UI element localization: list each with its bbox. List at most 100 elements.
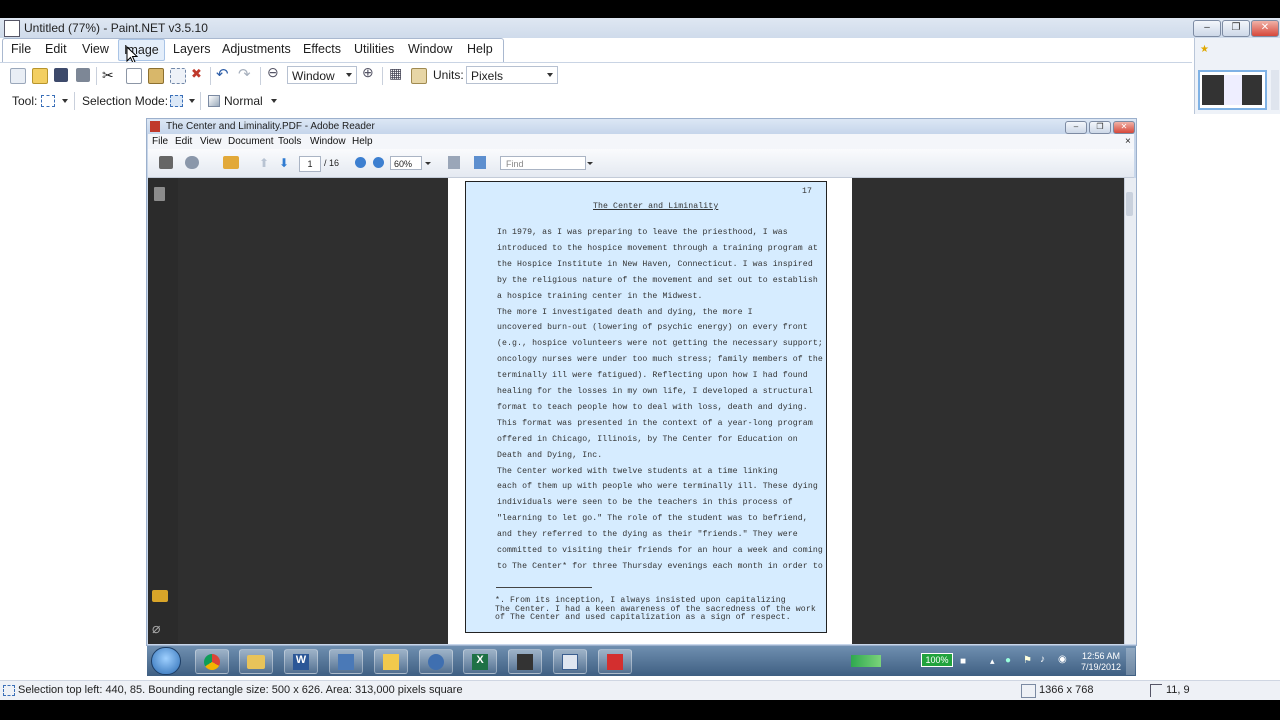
taskbar-paintnet[interactable] bbox=[553, 649, 587, 674]
reader-pages-icon[interactable] bbox=[154, 187, 165, 201]
maximize-button[interactable]: ❐ bbox=[1222, 20, 1250, 37]
menu-adjustments[interactable]: Adjustments bbox=[222, 42, 291, 56]
taskbar-explorer[interactable] bbox=[239, 649, 273, 674]
reader-zoom-dropdown-icon[interactable] bbox=[425, 162, 431, 165]
close-button[interactable]: ✕ bbox=[1251, 20, 1279, 37]
reader-fit-page-icon[interactable] bbox=[448, 156, 460, 169]
selection-mode-label: Selection Mode: bbox=[82, 94, 169, 108]
reader-vertical-scrollbar[interactable] bbox=[1124, 178, 1136, 644]
menu-file[interactable]: File bbox=[11, 42, 31, 56]
document-line: committed to visiting their friends for … bbox=[497, 546, 823, 555]
reader-menu-window[interactable]: Window bbox=[310, 136, 346, 147]
document-line: to The Center* for three Thursday evenin… bbox=[497, 561, 823, 571]
reader-menu-help[interactable]: Help bbox=[352, 136, 373, 147]
reader-doc-close-icon[interactable]: × bbox=[1125, 136, 1131, 147]
battery-indicator[interactable]: 100% bbox=[921, 653, 953, 667]
antialiasing-icon[interactable] bbox=[208, 95, 220, 107]
grid-icon[interactable]: ▦ bbox=[389, 65, 402, 82]
taskbar-notes[interactable] bbox=[374, 649, 408, 674]
reader-close-button[interactable]: ✕ bbox=[1113, 121, 1135, 134]
taskbar-chrome[interactable] bbox=[195, 649, 229, 674]
menu-help[interactable]: Help bbox=[467, 42, 493, 56]
taskbar-thunderbird[interactable] bbox=[419, 649, 453, 674]
reader-next-page-icon[interactable]: ⬇ bbox=[279, 156, 289, 170]
reader-comments-icon[interactable] bbox=[152, 590, 168, 602]
deselect-icon[interactable]: ✖ bbox=[191, 66, 202, 82]
reader-comment-icon[interactable] bbox=[223, 156, 239, 169]
blend-mode-dropdown-icon[interactable] bbox=[271, 99, 277, 103]
zoom-combo[interactable]: Window bbox=[287, 66, 357, 84]
tray-misc-icon[interactable]: ◉ bbox=[1058, 654, 1067, 665]
reader-maximize-button[interactable]: ❐ bbox=[1089, 121, 1111, 134]
paste-icon[interactable] bbox=[148, 68, 164, 84]
redo-icon[interactable]: ↷ bbox=[238, 65, 251, 83]
minimize-button[interactable]: – bbox=[1193, 20, 1221, 37]
rulers-icon[interactable] bbox=[411, 68, 427, 84]
save-icon[interactable] bbox=[54, 68, 68, 82]
reader-zoom-out-icon[interactable] bbox=[355, 157, 366, 168]
reader-menu-view[interactable]: View bbox=[200, 136, 222, 147]
menu-window[interactable]: Window bbox=[408, 42, 452, 56]
new-image-icon[interactable] bbox=[10, 68, 26, 84]
tray-network-icon[interactable]: ● bbox=[1005, 655, 1011, 666]
cursor-position-text: 11, 9 bbox=[1166, 684, 1190, 696]
blend-mode-value[interactable]: Normal bbox=[224, 94, 263, 108]
document-line: introduced to the hospice movement throu… bbox=[497, 243, 818, 253]
menu-utilities[interactable]: Utilities bbox=[354, 42, 394, 56]
reader-zoom-input[interactable]: 60% bbox=[390, 156, 422, 170]
tray-flag-icon[interactable]: ⚑ bbox=[1023, 655, 1032, 666]
taskbar-clock-time[interactable]: 12:56 AM bbox=[1082, 651, 1120, 661]
document-line: In 1979, as I was preparing to leave the… bbox=[497, 228, 788, 237]
document-line: uncovered burn-out (lowering of psychic … bbox=[497, 323, 808, 333]
reader-menu-file[interactable]: File bbox=[152, 136, 168, 147]
menu-effects[interactable]: Effects bbox=[303, 42, 341, 56]
reader-find-dropdown-icon[interactable] bbox=[587, 162, 593, 165]
menu-layers[interactable]: Layers bbox=[173, 42, 211, 56]
reader-full-screen-icon[interactable] bbox=[474, 156, 486, 169]
cut-icon[interactable]: ✂ bbox=[102, 67, 114, 84]
taskbar-excel[interactable]: X bbox=[463, 649, 497, 674]
reader-prev-page-icon[interactable]: ⬆ bbox=[259, 156, 269, 170]
reader-scroll-thumb[interactable] bbox=[1126, 192, 1133, 216]
zoom-out-icon[interactable]: ⊖ bbox=[267, 64, 279, 81]
show-desktop-button[interactable] bbox=[1126, 648, 1135, 675]
print-icon[interactable] bbox=[76, 68, 90, 82]
thumbnail-dark-left bbox=[1202, 75, 1224, 105]
selection-mode-dropdown-icon[interactable] bbox=[189, 99, 195, 103]
tool-dropdown-arrow-icon[interactable] bbox=[62, 99, 68, 103]
reader-print-icon[interactable] bbox=[159, 156, 173, 169]
units-combo[interactable]: Pixels bbox=[466, 66, 558, 84]
rectangle-select-icon[interactable] bbox=[41, 95, 55, 107]
start-button[interactable] bbox=[151, 647, 181, 675]
reader-attachment-icon[interactable]: ⌀ bbox=[152, 620, 160, 637]
image-list-scrollbar[interactable] bbox=[1271, 70, 1279, 110]
taskbar-media[interactable] bbox=[508, 649, 542, 674]
document-line: The Center worked with twelve students a… bbox=[497, 466, 778, 476]
reader-menu-tools[interactable]: Tools bbox=[278, 136, 301, 147]
image-thumbnail[interactable] bbox=[1198, 70, 1267, 110]
reader-menu-edit[interactable]: Edit bbox=[175, 136, 192, 147]
crop-to-selection-icon[interactable] bbox=[170, 68, 186, 84]
reader-find-input[interactable]: Find bbox=[500, 156, 586, 170]
taskbar-word[interactable]: W bbox=[284, 649, 318, 674]
menu-edit[interactable]: Edit bbox=[45, 42, 67, 56]
reader-share-icon[interactable] bbox=[185, 156, 199, 169]
taskbar-app[interactable] bbox=[329, 649, 363, 674]
tray-volume-icon[interactable]: ♪ bbox=[1040, 654, 1045, 665]
show-hidden-icons-icon[interactable]: ▴ bbox=[990, 656, 995, 667]
undo-icon[interactable]: ↶ bbox=[216, 65, 229, 83]
selection-mode-icon[interactable] bbox=[170, 95, 183, 107]
taskbar-adobe-reader[interactable] bbox=[598, 649, 632, 674]
units-combo-value: Pixels bbox=[471, 69, 504, 83]
bottom-letterbox bbox=[0, 700, 1280, 720]
reader-minimize-button[interactable]: – bbox=[1065, 121, 1087, 134]
zoom-in-icon[interactable]: ⊕ bbox=[362, 64, 374, 81]
menu-view[interactable]: View bbox=[82, 42, 109, 56]
menu-image[interactable]: Image bbox=[118, 39, 165, 61]
open-folder-icon[interactable] bbox=[32, 68, 48, 84]
taskbar-clock-date[interactable]: 7/19/2012 bbox=[1081, 662, 1121, 672]
copy-icon[interactable] bbox=[126, 68, 142, 84]
reader-zoom-in-icon[interactable] bbox=[373, 157, 384, 168]
reader-menu-document[interactable]: Document bbox=[228, 136, 274, 147]
reader-page-input[interactable]: 1 bbox=[299, 156, 321, 172]
